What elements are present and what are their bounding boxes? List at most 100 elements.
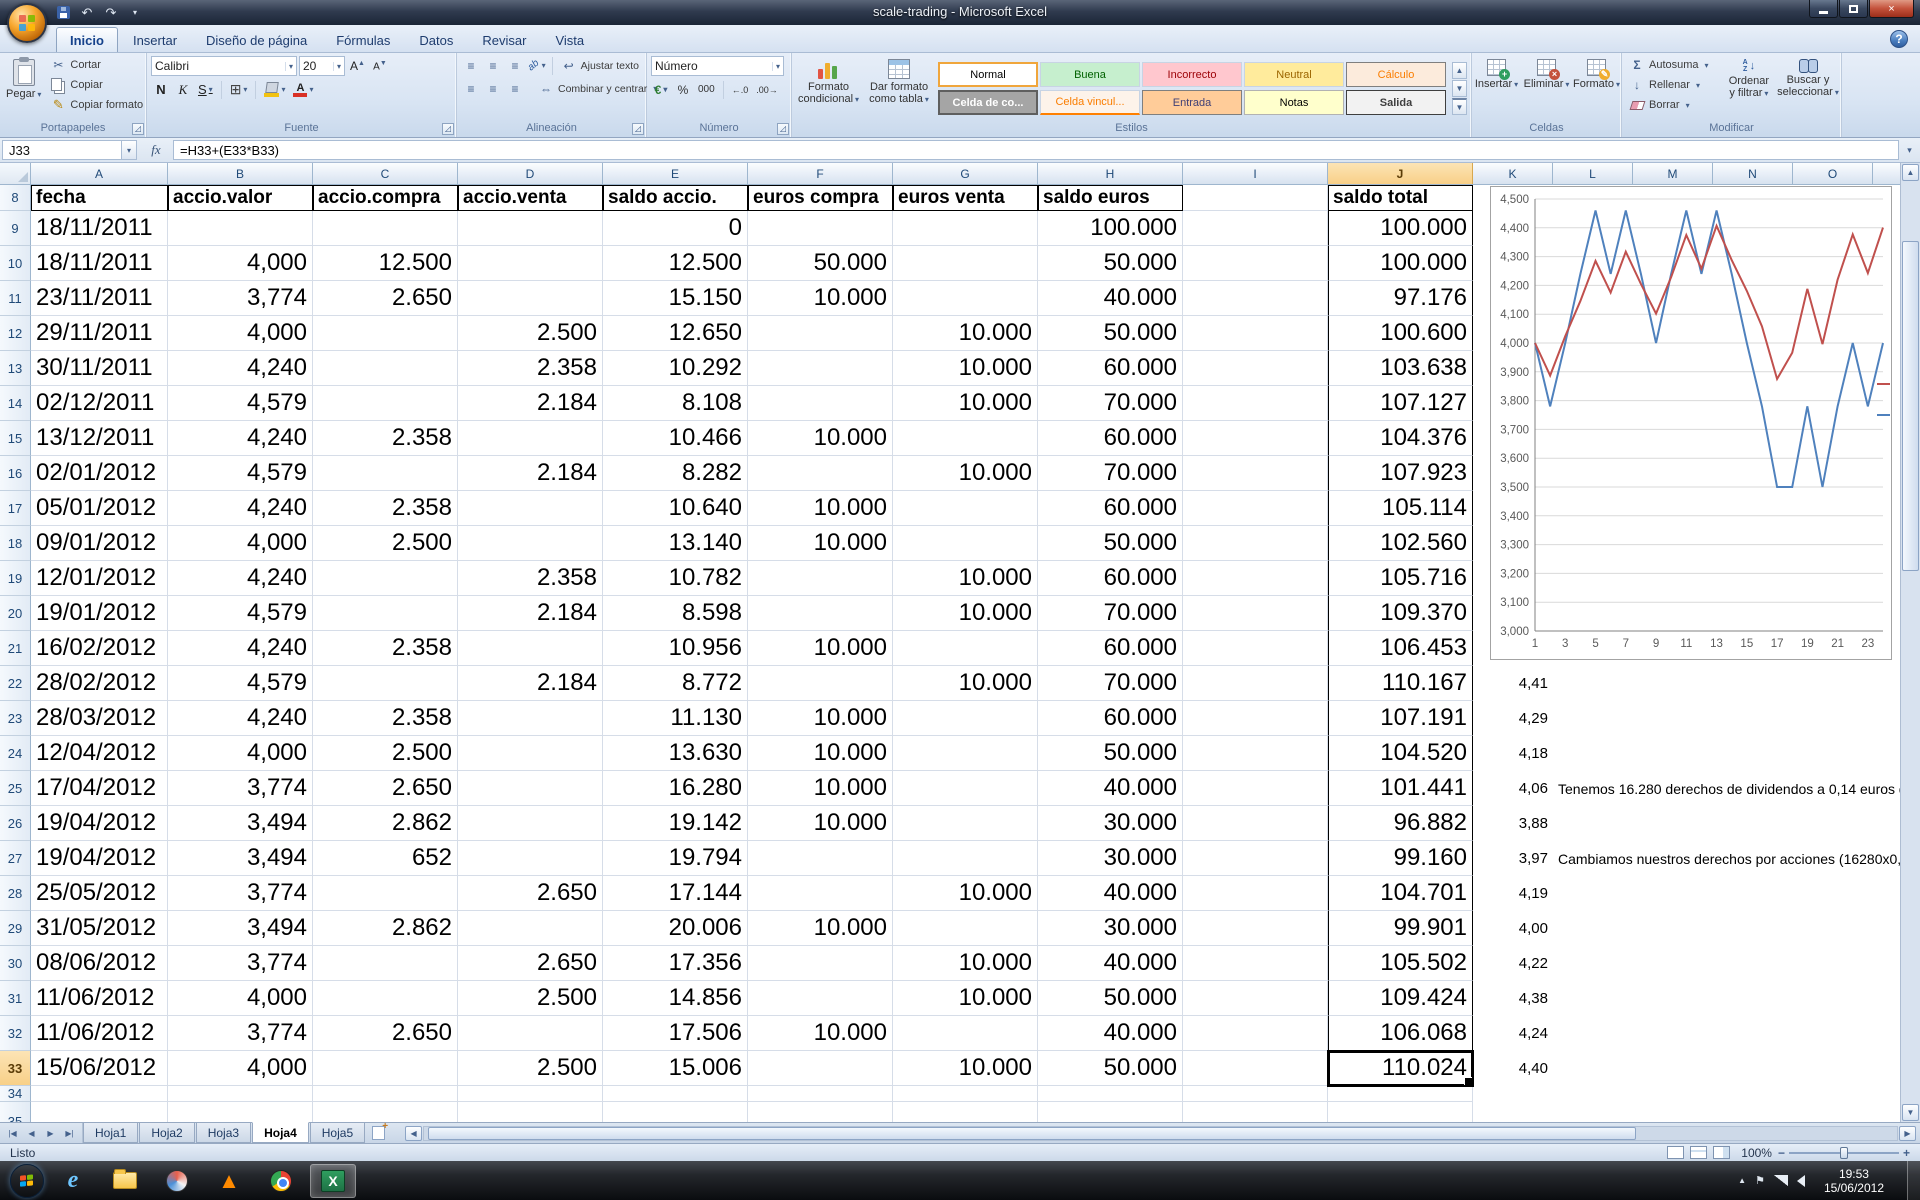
cell-B16[interactable]: 4,579	[168, 456, 313, 491]
cell-E18[interactable]: 13.140	[603, 526, 748, 561]
volume-icon[interactable]	[1797, 1175, 1805, 1187]
cell-O28[interactable]	[1793, 876, 1873, 911]
start-button[interactable]	[10, 1164, 44, 1198]
vertical-scrollbar[interactable]: ▲ ▼	[1900, 163, 1920, 1122]
styles-scroll-up-button[interactable]: ▲	[1452, 62, 1467, 79]
column-header-A[interactable]: A	[31, 163, 168, 184]
cell-A18[interactable]: 09/01/2012	[31, 526, 168, 561]
clear-button[interactable]: Borrar	[1626, 96, 1719, 114]
horizontal-scrollbar-thumb[interactable]	[428, 1127, 1636, 1140]
cell-J35[interactable]	[1328, 1102, 1473, 1122]
cell-I10[interactable]	[1183, 246, 1328, 281]
cell-F29[interactable]: 10.000	[748, 911, 893, 946]
last-sheet-icon[interactable]: ▶|	[61, 1126, 78, 1141]
row-header-34[interactable]: 34	[0, 1086, 31, 1102]
cell-O33[interactable]	[1793, 1051, 1873, 1086]
scroll-right-icon[interactable]: ▶	[1899, 1126, 1916, 1141]
cell-N25[interactable]	[1713, 771, 1793, 806]
cell-F13[interactable]	[748, 351, 893, 386]
row-header-10[interactable]: 10	[0, 246, 31, 281]
cell-I30[interactable]	[1183, 946, 1328, 981]
cell-C23[interactable]: 2.358	[313, 701, 458, 736]
cell-D10[interactable]	[458, 246, 603, 281]
cell-J22[interactable]: 110.167	[1328, 666, 1473, 701]
network-icon[interactable]	[1774, 1175, 1788, 1186]
cell-H27[interactable]: 30.000	[1038, 841, 1183, 876]
show-desktop-button[interactable]	[1907, 1161, 1920, 1200]
sheet-tab-hoja1[interactable]: Hoja1	[83, 1123, 138, 1143]
cell-E10[interactable]: 12.500	[603, 246, 748, 281]
internet-explorer-icon[interactable]: e	[50, 1164, 96, 1198]
cell-E17[interactable]: 10.640	[603, 491, 748, 526]
name-box[interactable]: J33	[2, 140, 122, 160]
stock-chart[interactable]: 4,5004,4004,3004,2004,1004,0003,9003,800…	[1490, 186, 1892, 660]
cell-A33[interactable]: 15/06/2012	[31, 1051, 168, 1086]
cell-G24[interactable]	[893, 736, 1038, 771]
cell-style-celda-comprobacion[interactable]: Celda de co...	[938, 90, 1038, 115]
copy-button[interactable]: Copiar	[47, 76, 146, 94]
cell-C18[interactable]: 2.500	[313, 526, 458, 561]
cell-L32[interactable]	[1553, 1016, 1633, 1051]
cell-K33[interactable]: 4,40	[1473, 1051, 1553, 1086]
cell-A9[interactable]: 18/11/2011	[31, 211, 168, 246]
cell-I23[interactable]	[1183, 701, 1328, 736]
cell-O30[interactable]	[1793, 946, 1873, 981]
cell-A32[interactable]: 11/06/2012	[31, 1016, 168, 1051]
cell-M28[interactable]	[1633, 876, 1713, 911]
cell-O31[interactable]	[1793, 981, 1873, 1016]
cell-G29[interactable]	[893, 911, 1038, 946]
thousands-format-button[interactable]: 000	[695, 80, 718, 99]
cell-M34[interactable]	[1633, 1086, 1713, 1102]
cell-I16[interactable]	[1183, 456, 1328, 491]
row-header-32[interactable]: 32	[0, 1016, 31, 1051]
cell-G23[interactable]	[893, 701, 1038, 736]
cell-D32[interactable]	[458, 1016, 603, 1051]
fill-color-button[interactable]	[261, 80, 288, 99]
cell-M24[interactable]	[1633, 736, 1713, 771]
cell-C13[interactable]	[313, 351, 458, 386]
cell-K26[interactable]: 3,88	[1473, 806, 1553, 841]
cell-E24[interactable]: 13.630	[603, 736, 748, 771]
cell-N30[interactable]	[1713, 946, 1793, 981]
styles-scroll-down-button[interactable]: ▼	[1452, 80, 1467, 97]
cell-B15[interactable]: 4,240	[168, 421, 313, 456]
cell-H8[interactable]: saldo euros	[1038, 185, 1183, 211]
font-name-combo[interactable]: Calibri▾	[151, 56, 297, 76]
cell-L24[interactable]	[1553, 736, 1633, 771]
cell-G12[interactable]: 10.000	[893, 316, 1038, 351]
bold-button[interactable]: N	[151, 80, 171, 99]
column-header-C[interactable]: C	[313, 163, 458, 184]
percent-format-button[interactable]: %	[673, 80, 693, 99]
cell-H32[interactable]: 40.000	[1038, 1016, 1183, 1051]
cell-K32[interactable]: 4,24	[1473, 1016, 1553, 1051]
tab-revisar[interactable]: Revisar	[468, 27, 540, 52]
alineacion-dialog-launcher[interactable]: ◿	[632, 123, 644, 135]
cell-G35[interactable]	[893, 1102, 1038, 1122]
column-header-L[interactable]: L	[1553, 163, 1633, 184]
cell-N31[interactable]	[1713, 981, 1793, 1016]
cell-B21[interactable]: 4,240	[168, 631, 313, 666]
italic-button[interactable]: K	[173, 80, 193, 99]
column-header-N[interactable]: N	[1713, 163, 1793, 184]
cell-J20[interactable]: 109.370	[1328, 596, 1473, 631]
cell-K34[interactable]	[1473, 1086, 1553, 1102]
cell-C20[interactable]	[313, 596, 458, 631]
cell-F19[interactable]	[748, 561, 893, 596]
merge-center-button[interactable]: ⇔Combinar y centrar	[535, 80, 660, 98]
cell-F35[interactable]	[748, 1102, 893, 1122]
cell-A19[interactable]: 12/01/2012	[31, 561, 168, 596]
cell-G8[interactable]: euros venta	[893, 185, 1038, 211]
cell-J19[interactable]: 105.716	[1328, 561, 1473, 596]
row-header-18[interactable]: 18	[0, 526, 31, 561]
cell-E30[interactable]: 17.356	[603, 946, 748, 981]
column-header-B[interactable]: B	[168, 163, 313, 184]
cell-J32[interactable]: 106.068	[1328, 1016, 1473, 1051]
cell-L29[interactable]	[1553, 911, 1633, 946]
cell-J21[interactable]: 106.453	[1328, 631, 1473, 666]
cell-E15[interactable]: 10.466	[603, 421, 748, 456]
column-header-D[interactable]: D	[458, 163, 603, 184]
cell-K25[interactable]: 4,06	[1473, 771, 1553, 806]
action-center-icon[interactable]: ⚑	[1755, 1174, 1765, 1187]
page-layout-view-button[interactable]	[1690, 1146, 1707, 1159]
page-break-view-button[interactable]	[1713, 1146, 1730, 1159]
